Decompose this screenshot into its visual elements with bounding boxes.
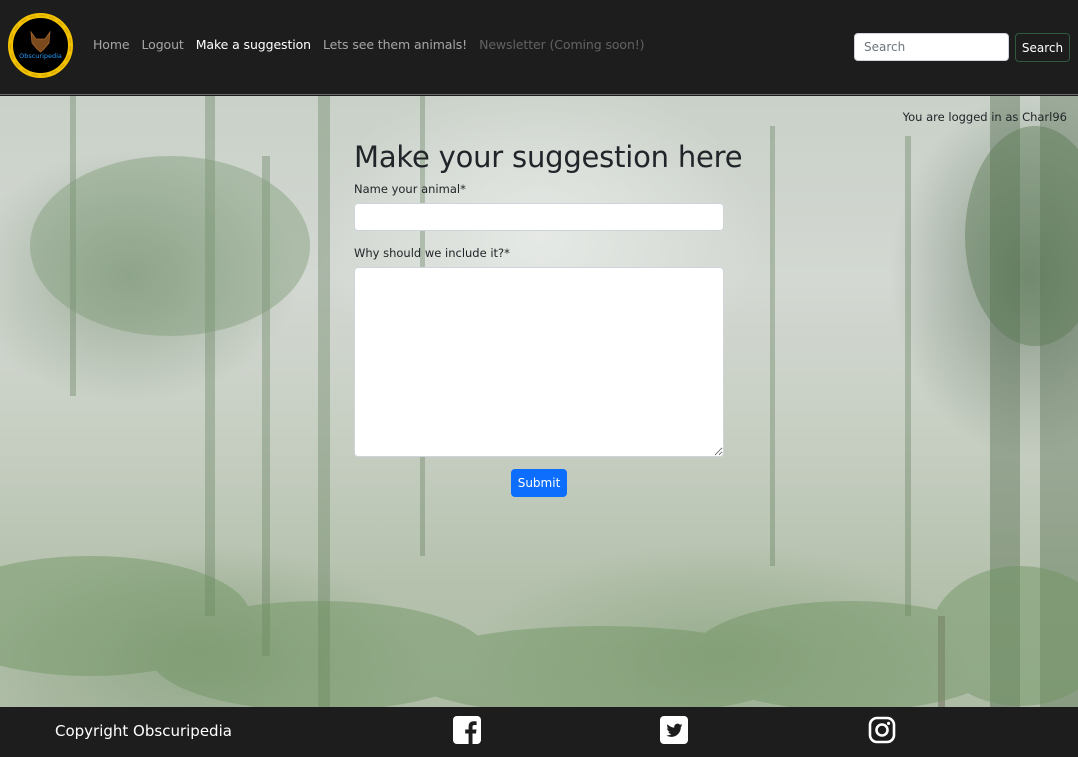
- animal-name-input[interactable]: [354, 203, 724, 231]
- copyright-text: Copyright Obscuripedia: [55, 722, 232, 740]
- brand-logo[interactable]: Obscuripedia: [7, 12, 74, 79]
- nav-newsletter: Newsletter (Coming soon!): [479, 37, 645, 52]
- nav-make-suggestion[interactable]: Make a suggestion: [196, 37, 311, 52]
- facebook-icon[interactable]: [453, 716, 481, 744]
- submit-button[interactable]: Submit: [511, 469, 567, 497]
- twitter-icon[interactable]: [660, 716, 688, 744]
- reason-label: Why should we include it?*: [354, 246, 510, 260]
- search-button[interactable]: Search: [1015, 33, 1070, 62]
- navbar: Obscuripedia Home Logout Make a suggesti…: [0, 0, 1078, 95]
- instagram-icon[interactable]: [868, 716, 896, 744]
- logo-emblem-icon: Obscuripedia: [8, 13, 73, 78]
- nav-logout[interactable]: Logout: [142, 37, 184, 52]
- logo-text: Obscuripedia: [19, 52, 62, 60]
- animal-name-label: Name your animal*: [354, 182, 466, 196]
- main-nav: Home Logout Make a suggestion Lets see t…: [93, 37, 656, 52]
- footer: Copyright Obscuripedia: [0, 707, 1078, 757]
- search-input[interactable]: [854, 33, 1009, 61]
- main-content: You are logged in as Charl96 Make your s…: [0, 96, 1078, 707]
- nav-home[interactable]: Home: [93, 37, 130, 52]
- page-title: Make your suggestion here: [354, 140, 743, 174]
- nav-animals[interactable]: Lets see them animals!: [323, 37, 467, 52]
- reason-textarea[interactable]: [354, 267, 724, 457]
- logged-in-status: You are logged in as Charl96: [902, 110, 1067, 124]
